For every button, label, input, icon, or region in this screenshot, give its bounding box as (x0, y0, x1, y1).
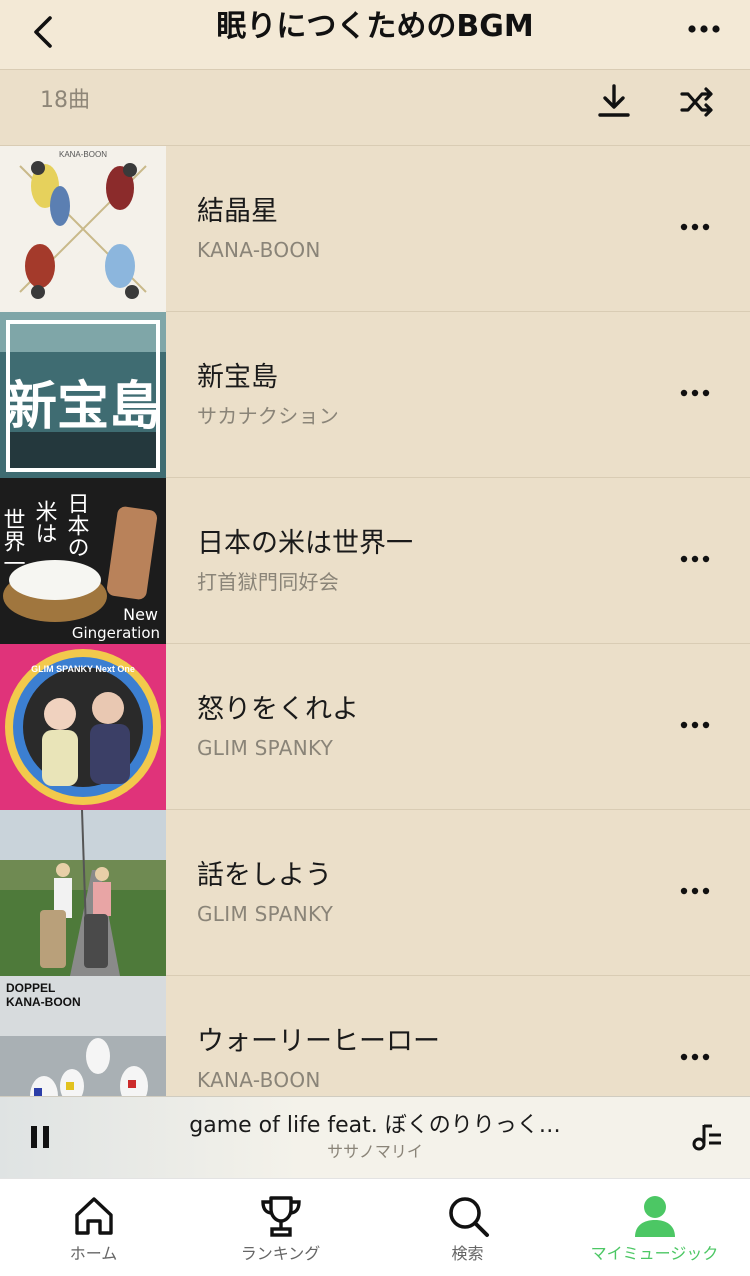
track-row[interactable]: DOPPEL KANA-BOON ウォーリーヒーロー KANA-BOON (0, 976, 750, 1096)
page-title: 眠りにつくためのBGM (216, 9, 534, 44)
search-icon (445, 1193, 491, 1239)
track-row[interactable]: KANA-BOON 結晶星 KANA-BOON (0, 146, 750, 312)
track-more-button[interactable] (676, 1042, 716, 1072)
track-artist: KANA-BOON (197, 1068, 321, 1092)
svg-text:新宝島: 新宝島 (5, 377, 161, 437)
tab-label: マイミュージック (590, 1244, 719, 1263)
track-artist: サカナクション (197, 404, 340, 428)
svg-text:GLIM SPANKY Next One: GLIM SPANKY Next One (31, 664, 135, 674)
track-more-button[interactable] (676, 876, 716, 906)
more-horizontal-icon (680, 1053, 710, 1061)
track-list: KANA-BOON 結晶星 KANA-BOON 新宝島 新宝島 サカナクション … (0, 146, 750, 1096)
track-title: 結晶星 (197, 196, 278, 227)
tab-home[interactable]: ホーム (0, 1179, 187, 1276)
more-options-button[interactable] (684, 14, 728, 44)
tab-label: ランキング (240, 1244, 321, 1263)
svg-text:世界一: 世界一 (0, 508, 26, 574)
back-button[interactable] (22, 10, 66, 54)
album-art: GLIM SPANKY Next One (0, 644, 166, 810)
tab-label: 検索 (451, 1244, 484, 1263)
download-icon (598, 84, 630, 117)
tab-my-music[interactable]: マイミュージック (561, 1179, 748, 1276)
more-horizontal-icon (680, 555, 710, 563)
track-more-button[interactable] (676, 710, 716, 740)
track-artist: GLIM SPANKY (197, 902, 334, 926)
svg-text:日本の: 日本の (64, 492, 90, 558)
download-button[interactable] (594, 82, 634, 122)
music-queue-icon (692, 1124, 721, 1151)
track-title: 新宝島 (197, 362, 278, 393)
svg-text:KANA-BOON: KANA-BOON (59, 150, 107, 159)
more-horizontal-icon (680, 887, 710, 895)
tab-label: ホーム (69, 1244, 118, 1263)
album-art: 新宝島 (0, 312, 166, 478)
shuffle-icon (680, 87, 713, 117)
album-art: 世界一 米は 日本の New Gingeration (0, 478, 166, 644)
svg-text:米は: 米は (32, 500, 58, 544)
svg-text:Gingeration: Gingeration (72, 624, 160, 642)
track-more-button[interactable] (676, 378, 716, 408)
more-horizontal-icon (680, 721, 710, 729)
playlist-toolbar: 18曲 (0, 70, 750, 146)
tab-bar: ホーム ランキング 検索 マイミュージック (0, 1178, 750, 1276)
track-row[interactable]: 世界一 米は 日本の New Gingeration 日本の米は世界一 打首獄門… (0, 478, 750, 644)
track-artist: GLIM SPANKY (197, 736, 334, 760)
track-title: 日本の米は世界一 (197, 528, 413, 559)
svg-text:KANA-BOON: KANA-BOON (6, 995, 81, 1009)
now-playing-artist: ササノマリイ (327, 1142, 423, 1161)
pause-icon (31, 1126, 49, 1148)
track-artist: KANA-BOON (197, 238, 321, 262)
album-art: KANA-BOON (0, 146, 166, 312)
track-row[interactable]: 話をしよう GLIM SPANKY (0, 810, 750, 976)
track-row[interactable]: GLIM SPANKY Next One 怒りをくれよ GLIM SPANKY (0, 644, 750, 810)
header-bar: 眠りにつくためのBGM (0, 0, 750, 70)
more-horizontal-icon (680, 389, 710, 397)
tab-ranking[interactable]: ランキング (187, 1179, 374, 1276)
track-count: 18曲 (40, 88, 90, 113)
home-icon (71, 1193, 117, 1239)
track-title: 話をしよう (197, 860, 332, 891)
track-more-button[interactable] (676, 544, 716, 574)
track-more-button[interactable] (676, 212, 716, 242)
queue-button[interactable] (690, 1121, 724, 1153)
tab-search[interactable]: 検索 (374, 1179, 561, 1276)
track-row[interactable]: 新宝島 新宝島 サカナクション (0, 312, 750, 478)
album-art (0, 810, 166, 976)
track-title: ウォーリーヒーロー (197, 1026, 440, 1057)
track-title: 怒りをくれよ (197, 694, 359, 725)
more-horizontal-icon (680, 223, 710, 231)
pause-button[interactable] (28, 1123, 52, 1151)
svg-text:DOPPEL: DOPPEL (6, 981, 55, 995)
person-icon (632, 1193, 678, 1239)
track-artist: 打首獄門同好会 (197, 570, 340, 594)
album-art: DOPPEL KANA-BOON (0, 976, 166, 1096)
now-playing-title: game of life feat. ぼくのりりっく… (189, 1113, 561, 1138)
svg-text:New: New (123, 605, 158, 624)
trophy-icon (258, 1193, 304, 1239)
shuffle-button[interactable] (678, 84, 718, 120)
mini-player[interactable]: game of life feat. ぼくのりりっく… ササノマリイ (0, 1096, 750, 1178)
more-horizontal-icon (688, 25, 720, 33)
chevron-left-icon (34, 16, 52, 48)
